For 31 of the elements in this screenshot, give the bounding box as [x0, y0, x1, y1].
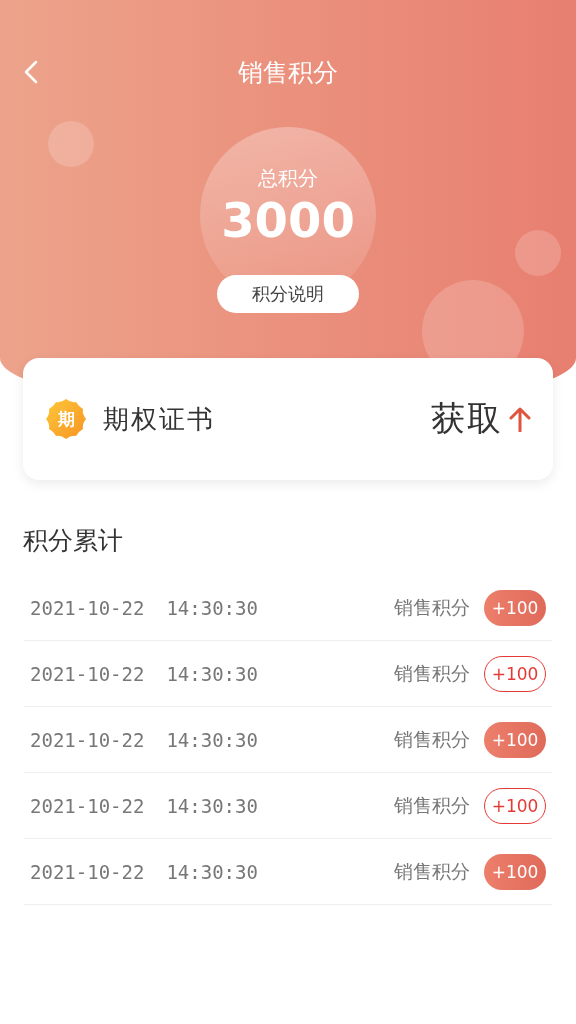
record-label: 销售积分: [394, 726, 470, 752]
page-title: 销售积分: [238, 56, 338, 89]
section-title: 积分累计: [23, 525, 124, 557]
decor-circle: [515, 230, 561, 276]
record-label: 销售积分: [394, 660, 470, 686]
points-badge: +100: [484, 721, 546, 758]
record-date: 2021-10-22: [30, 794, 145, 817]
record-label: 销售积分: [394, 792, 470, 818]
record-time: 14:30:30: [166, 662, 258, 685]
badge-icon: 期: [45, 398, 87, 440]
record-time: 14:30:30: [166, 860, 258, 883]
explain-button[interactable]: 积分说明: [217, 275, 359, 313]
total-points: 3000: [221, 192, 355, 248]
certificate-card[interactable]: 期 期权证书 获取: [23, 358, 553, 480]
points-badge: +100: [484, 853, 546, 890]
record-date: 2021-10-22: [30, 662, 145, 685]
record-time: 14:30:30: [166, 728, 258, 751]
record-date: 2021-10-22: [30, 860, 145, 883]
record-date: 2021-10-22: [30, 728, 145, 751]
back-icon[interactable]: [22, 60, 40, 84]
certificate-title: 期权证书: [103, 402, 215, 436]
record-time: 14:30:30: [166, 794, 258, 817]
total-label: 总积分: [258, 165, 318, 192]
decor-circle: [48, 121, 94, 167]
up-arrow-icon: [509, 406, 531, 432]
points-badge: +100: [484, 589, 546, 626]
record-time: 14:30:30: [166, 596, 258, 619]
obtain-link[interactable]: 获取: [431, 396, 503, 442]
record-label: 销售积分: [394, 858, 470, 884]
record-date: 2021-10-22: [30, 596, 145, 619]
record-label: 销售积分: [394, 594, 470, 620]
